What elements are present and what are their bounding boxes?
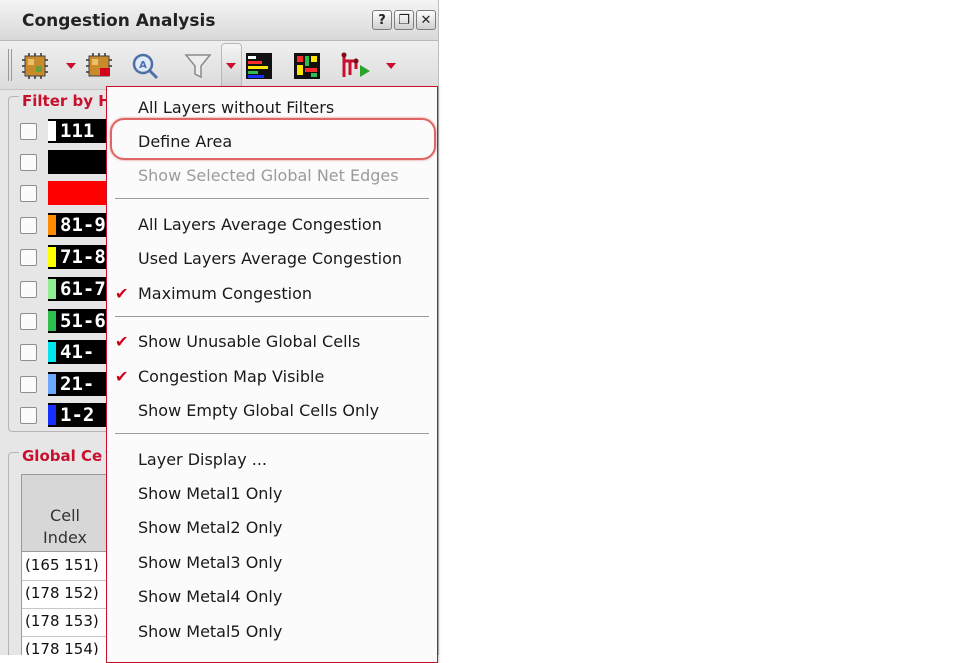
filter-checkbox[interactable] — [20, 313, 37, 330]
cell-index-header: Cell Index — [32, 505, 98, 549]
float-button[interactable]: ❐ — [394, 10, 414, 30]
options-dropdown-menu: All Layers without Filters Define Area S… — [106, 86, 438, 663]
congestion-range-label: 71-8 — [60, 246, 106, 268]
filter-checkbox[interactable] — [20, 344, 37, 361]
color-swatch — [48, 405, 56, 425]
global-cells-table: Cell Index (165 151) (178 152) (178 153)… — [21, 474, 113, 655]
menu-item-show-metal3-only[interactable]: Show Metal3 Only — [138, 553, 282, 572]
check-icon: ✔ — [115, 332, 129, 351]
color-swatch — [48, 247, 56, 267]
filter-checkbox[interactable] — [20, 407, 37, 424]
help-button[interactable]: ? — [372, 10, 392, 30]
color-swatch — [48, 215, 56, 235]
color-swatch — [48, 121, 56, 141]
filter-row: 1-2 — [20, 403, 128, 427]
color-swatch — [48, 152, 56, 172]
table-cell: (178 152) — [25, 584, 99, 602]
menu-item-maximum-congestion[interactable]: Maximum Congestion — [138, 284, 312, 303]
svg-text:A: A — [139, 60, 147, 71]
menu-item-used-layers-average-congestion[interactable]: Used Layers Average Congestion — [138, 249, 402, 268]
table-row[interactable]: (178 153) — [22, 608, 112, 637]
filter-row: 51-6 — [20, 309, 128, 333]
check-icon: ✔ — [115, 367, 129, 386]
filter-checkbox[interactable] — [20, 185, 37, 202]
menu-item-show-metal1-only[interactable]: Show Metal1 Only — [138, 484, 282, 503]
filter-row: 111 — [20, 119, 128, 143]
filter-row: 81-9 — [20, 213, 128, 237]
filter-checkbox[interactable] — [20, 154, 37, 171]
filter-icon[interactable] — [183, 51, 213, 81]
menu-item-show-selected-global-net-edges: Show Selected Global Net Edges — [138, 166, 399, 185]
menu-item-show-unusable-global-cells[interactable]: Show Unusable Global Cells — [138, 332, 360, 351]
table-cell: (178 153) — [25, 612, 99, 630]
filter-dropdown-icon[interactable] — [226, 63, 236, 69]
menu-item-all-layers-average-congestion[interactable]: All Layers Average Congestion — [138, 215, 382, 234]
filter-checkbox[interactable] — [20, 249, 37, 266]
filter-checkbox[interactable] — [20, 217, 37, 234]
filter-row: 21- — [20, 372, 128, 396]
color-swatch — [48, 279, 56, 299]
table-row[interactable]: (165 151) — [22, 552, 112, 581]
filter-row: 41- — [20, 340, 128, 364]
congestion-range-label: 51-6 — [60, 310, 106, 332]
color-swatch — [48, 374, 56, 394]
filter-row — [20, 181, 128, 205]
table-row[interactable]: (178 154) — [22, 636, 112, 655]
filter-row — [20, 150, 128, 174]
table-header[interactable]: Cell Index — [22, 475, 112, 552]
congestion-range-label: 61-7 — [60, 278, 106, 300]
congestion-map-icon[interactable] — [20, 51, 50, 81]
menu-item-show-metal5-only[interactable]: Show Metal5 Only — [138, 622, 282, 641]
filter-checkbox[interactable] — [20, 281, 37, 298]
cell-index-header-line2: Index — [42, 528, 88, 547]
title-bar: Congestion Analysis ? ❐ ✕ — [0, 0, 438, 41]
congestion-range-label: 21- — [60, 373, 95, 395]
define-area-highlight-ring — [110, 118, 436, 160]
toolbar-grip-icon[interactable] — [8, 49, 14, 81]
color-swatch — [48, 311, 56, 331]
congestion-range-label: 81-9 — [60, 214, 106, 236]
congestion-map-stop-icon[interactable] — [84, 51, 114, 81]
filter-row: 71-8 — [20, 245, 128, 269]
net-route-icon[interactable] — [338, 51, 374, 81]
panel-title: Congestion Analysis — [22, 11, 216, 31]
congestion-map-dropdown-icon[interactable] — [66, 63, 76, 69]
menu-item-show-metal2-only[interactable]: Show Metal2 Only — [138, 518, 282, 537]
menu-separator — [115, 198, 429, 199]
histogram-icon[interactable] — [244, 51, 274, 81]
menu-separator — [115, 433, 429, 434]
check-icon: ✔ — [115, 284, 129, 303]
table-cell: (178 154) — [25, 640, 99, 655]
close-button[interactable]: ✕ — [416, 10, 436, 30]
net-route-dropdown-icon[interactable] — [386, 63, 396, 69]
congestion-range-label: 41- — [60, 341, 95, 363]
table-cell: (165 151) — [25, 556, 99, 574]
color-swatch — [48, 342, 56, 362]
zoom-icon[interactable]: A — [130, 51, 160, 81]
menu-item-show-metal4-only[interactable]: Show Metal4 Only — [138, 587, 282, 606]
menu-separator — [115, 316, 429, 317]
menu-item-show-empty-global-cells-only[interactable]: Show Empty Global Cells Only — [138, 401, 379, 420]
menu-item-congestion-map-visible[interactable]: Congestion Map Visible — [138, 367, 324, 386]
layout-map-icon[interactable] — [292, 51, 322, 81]
filter-checkbox[interactable] — [20, 123, 37, 140]
congestion-range-label: 111 — [60, 120, 95, 142]
window-controls: ? ❐ ✕ — [372, 10, 436, 30]
filter-checkbox[interactable] — [20, 376, 37, 393]
table-row[interactable]: (178 152) — [22, 580, 112, 609]
toolbar: A — [0, 41, 438, 90]
congestion-range-label: 1-2 — [60, 404, 95, 426]
cell-index-header-line1: Cell — [50, 506, 80, 525]
filter-row: 61-7 — [20, 277, 128, 301]
menu-item-all-layers-without-filters[interactable]: All Layers without Filters — [138, 98, 334, 117]
global-cells-group-label: Global Ce — [19, 447, 106, 465]
menu-item-layer-display[interactable]: Layer Display ... — [138, 450, 267, 469]
filter-group-label: Filter by H — [19, 92, 114, 110]
